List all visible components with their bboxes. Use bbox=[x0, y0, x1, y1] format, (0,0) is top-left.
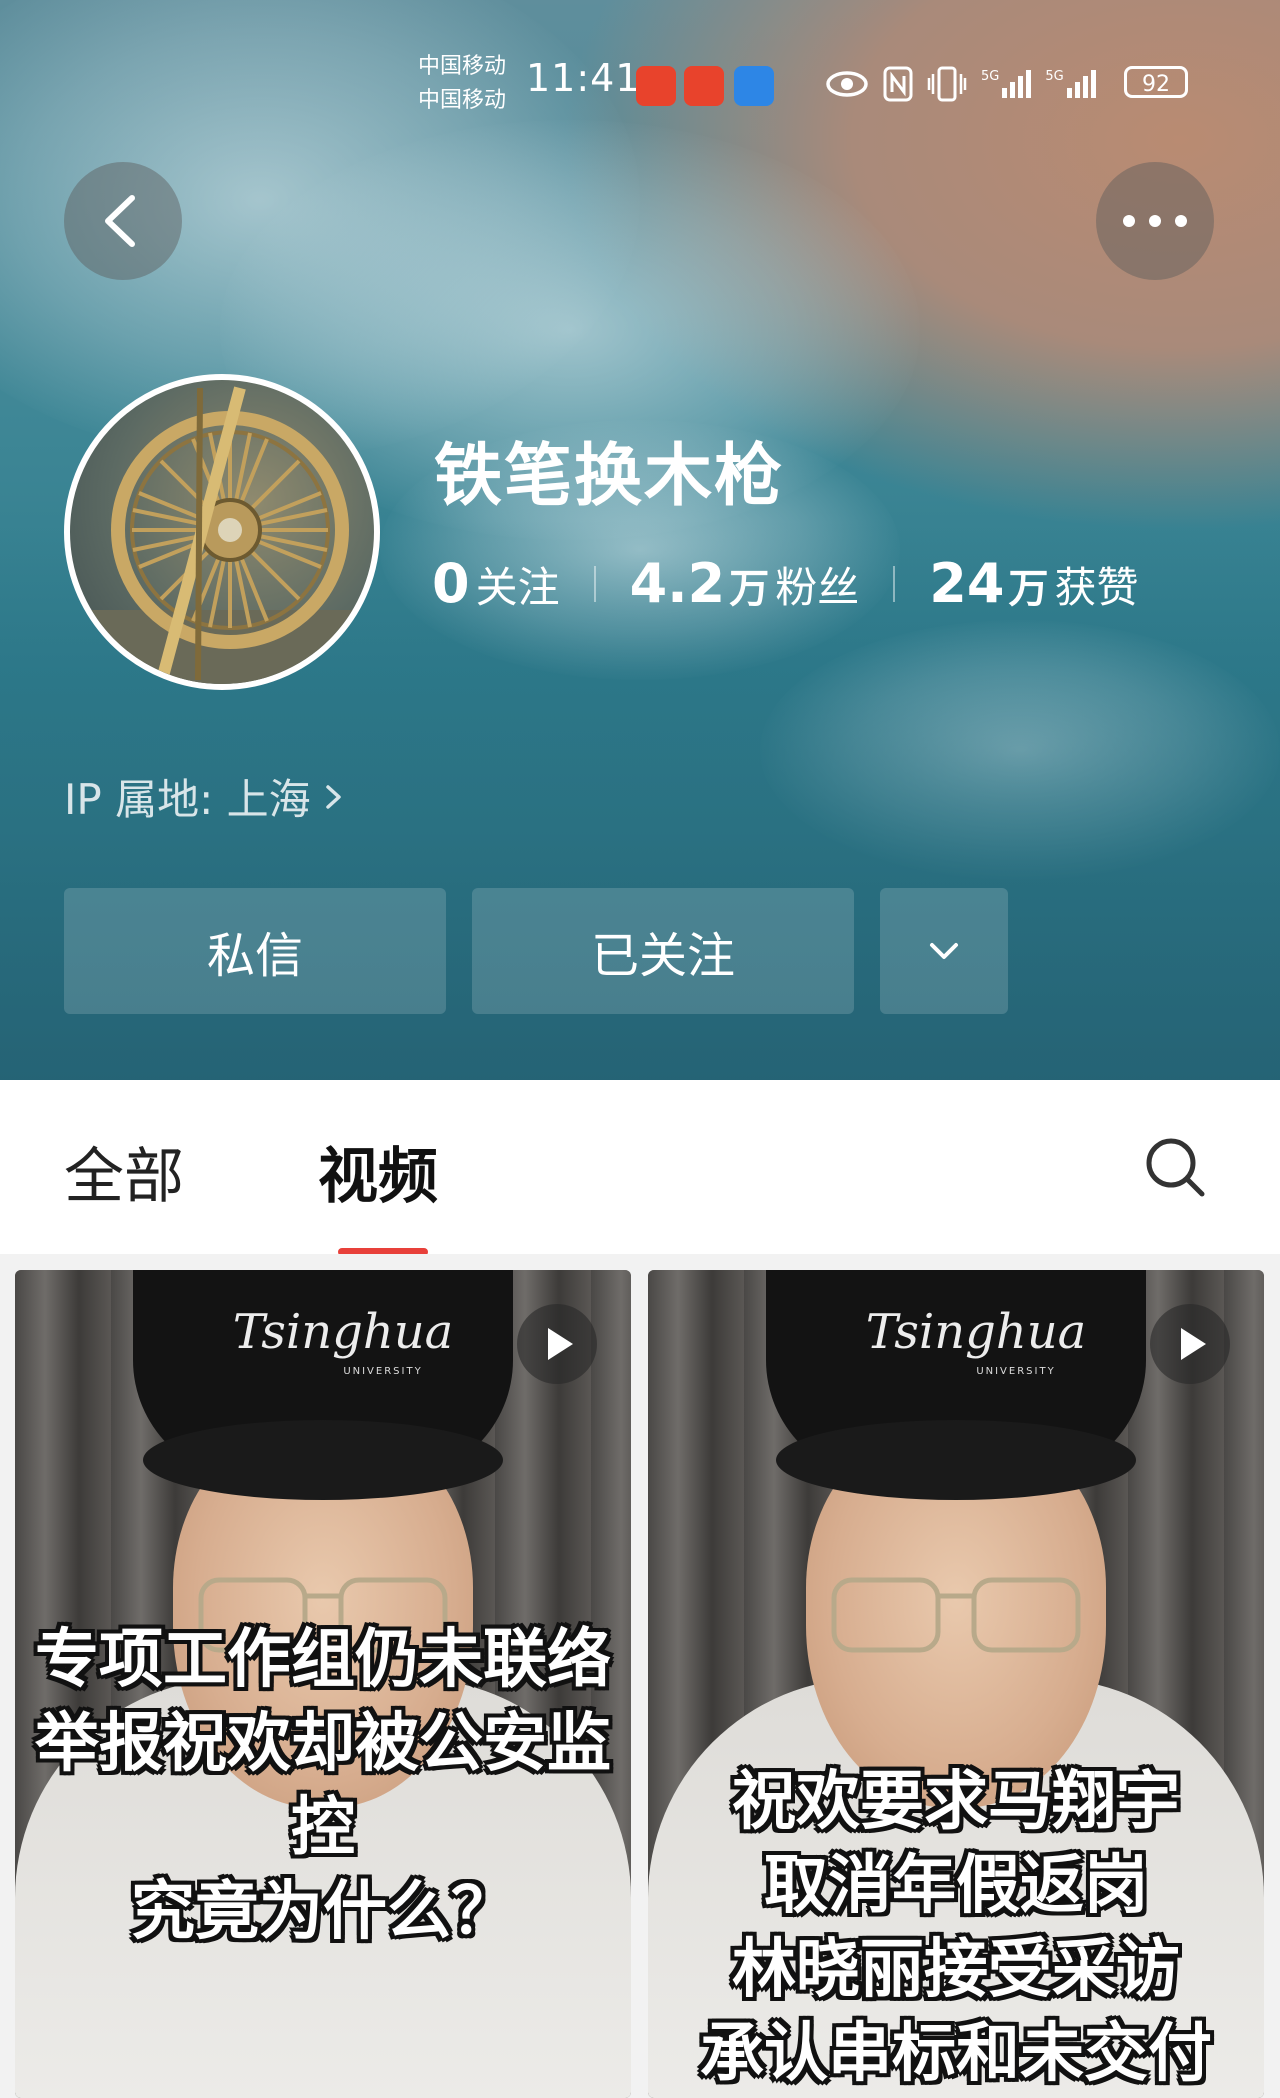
ip-location-text: IP 属地: 上海 bbox=[64, 775, 311, 824]
ip-location-link[interactable]: IP 属地: 上海 bbox=[64, 766, 347, 827]
following-button-label: 已关注 bbox=[590, 928, 735, 984]
message-button[interactable]: 私信 bbox=[64, 888, 446, 1014]
signal-icon: 5G bbox=[1045, 69, 1096, 98]
likes-stat[interactable]: 24 万 获赞 bbox=[929, 552, 1138, 615]
status-icons: 5G 5G bbox=[825, 62, 1096, 106]
back-button[interactable] bbox=[64, 162, 182, 280]
following-count: 0 bbox=[432, 552, 470, 615]
video-card[interactable]: Tsinghua UNIVERSITY 祝欢要求马翔宇 取消年假返岗 林晓丽接受… bbox=[648, 1270, 1264, 2098]
video-caption: 祝欢要求马翔宇 取消年假返岗 林晓丽接受采访 承认串标和未交付 bbox=[648, 1760, 1264, 2096]
search-icon bbox=[1146, 1138, 1205, 1197]
back-icon bbox=[105, 195, 135, 247]
play-icon bbox=[548, 1328, 573, 1360]
followers-count: 4.2 bbox=[629, 552, 726, 615]
video-grid: Tsinghua UNIVERSITY 专项工作组仍未联络 举报祝欢却被公安监控… bbox=[0, 1254, 1280, 2098]
video-thumbnail-cap-brim bbox=[143, 1420, 503, 1500]
play-button[interactable] bbox=[1150, 1304, 1230, 1384]
video-caption-line: 林晓丽接受采访 bbox=[732, 1933, 1180, 2007]
followers-label: 粉丝 bbox=[775, 563, 860, 612]
status-bar: 中国移动 中国移动 11:41 5G 5G 92 bbox=[0, 48, 1280, 118]
app-notification-icon bbox=[636, 66, 676, 106]
followers-unit: 万 bbox=[729, 566, 770, 612]
network-type-label: 5G bbox=[981, 69, 1000, 84]
video-caption: 专项工作组仍未联络 举报祝欢却被公安监控 究竟为什么？ bbox=[15, 1618, 631, 1954]
stat-divider bbox=[593, 565, 596, 602]
profile-header: 中国移动 中国移动 11:41 5G 5G 92 铁笔换木枪 0 关注 4.2 … bbox=[0, 0, 1280, 1080]
stat-divider bbox=[893, 565, 896, 602]
play-icon bbox=[1181, 1328, 1206, 1360]
more-icon bbox=[1123, 215, 1187, 227]
battery-icon: 92 bbox=[1124, 66, 1188, 98]
search-button[interactable] bbox=[1142, 1134, 1208, 1200]
video-caption-line: 举报祝欢却被公安监控 bbox=[35, 1707, 611, 1865]
play-button[interactable] bbox=[517, 1304, 597, 1384]
video-caption-line: 祝欢要求马翔宇 bbox=[732, 1765, 1180, 1839]
tab-videos[interactable]: 视频 bbox=[318, 1128, 438, 1215]
following-stat[interactable]: 0 关注 bbox=[432, 552, 560, 615]
profile-name: 铁笔换木枪 bbox=[434, 437, 785, 516]
chevron-right-icon bbox=[325, 784, 341, 809]
video-caption-line: 承认串标和未交付 bbox=[700, 2017, 1212, 2091]
cap-logo-text: Tsinghua bbox=[232, 1304, 454, 1360]
tab-all[interactable]: 全部 bbox=[64, 1128, 184, 1215]
battery-level: 92 bbox=[1142, 72, 1170, 97]
avatar[interactable] bbox=[64, 374, 380, 690]
cap-logo-subtext: UNIVERSITY bbox=[343, 1366, 423, 1377]
wheel-illustration bbox=[70, 386, 374, 684]
followers-stat[interactable]: 4.2 万 粉丝 bbox=[630, 552, 860, 615]
app-notification-icon bbox=[684, 66, 724, 106]
chevron-down-icon bbox=[930, 943, 958, 959]
vibrate-icon bbox=[927, 66, 967, 102]
following-button[interactable]: 已关注 bbox=[472, 888, 854, 1014]
cap-logo-subtext: UNIVERSITY bbox=[976, 1366, 1056, 1377]
video-caption-line: 专项工作组仍未联络 bbox=[35, 1623, 611, 1697]
likes-unit: 万 bbox=[1008, 566, 1049, 612]
video-thumbnail-cap-brim bbox=[776, 1420, 1136, 1500]
profile-stats: 0 关注 4.2 万 粉丝 24 万 获赞 bbox=[432, 552, 1138, 615]
carrier-1: 中国移动 bbox=[418, 54, 507, 79]
expand-recommendations-button[interactable] bbox=[880, 888, 1008, 1014]
following-label: 关注 bbox=[475, 563, 560, 612]
nfc-icon bbox=[883, 66, 913, 102]
likes-count: 24 bbox=[929, 552, 1005, 615]
carrier-label: 中国移动 中国移动 bbox=[418, 50, 506, 118]
network-type-label: 5G bbox=[1045, 69, 1064, 84]
content-tabs: 全部 视频 bbox=[0, 1080, 1280, 1256]
likes-label: 获赞 bbox=[1054, 563, 1139, 612]
app-notification-icon bbox=[734, 66, 774, 106]
status-time: 11:41 bbox=[526, 56, 641, 100]
cap-logo-text: Tsinghua bbox=[865, 1304, 1087, 1360]
video-caption-line: 取消年假返岗 bbox=[764, 1849, 1148, 1923]
eye-icon bbox=[826, 71, 868, 97]
more-options-button[interactable] bbox=[1096, 162, 1214, 280]
message-button-label: 私信 bbox=[206, 928, 303, 984]
video-caption-line: 究竟为什么？ bbox=[131, 1875, 515, 1949]
carrier-2: 中国移动 bbox=[418, 88, 507, 113]
video-card[interactable]: Tsinghua UNIVERSITY 专项工作组仍未联络 举报祝欢却被公安监控… bbox=[15, 1270, 631, 2098]
signal-icon: 5G bbox=[981, 69, 1032, 98]
glasses-illustration bbox=[831, 1577, 1081, 1653]
